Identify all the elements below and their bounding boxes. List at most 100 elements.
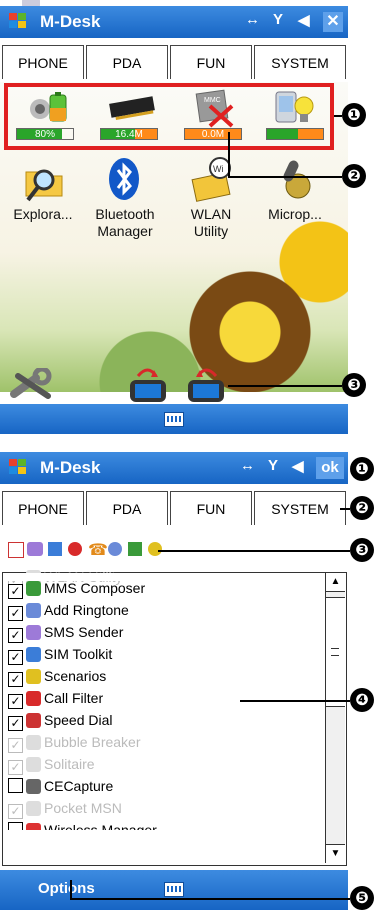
signal-icon[interactable]: Y (268, 457, 278, 474)
windows-start-icon[interactable] (6, 10, 32, 34)
memory-chip-icon[interactable] (106, 92, 158, 122)
list-item-checkbox[interactable]: ✓ (8, 738, 23, 753)
list-item-checkbox[interactable] (8, 778, 23, 793)
list-item-checkbox[interactable]: ✓ (8, 672, 23, 687)
storage-meter-label: 0.0M (201, 129, 225, 140)
connectivity-icon[interactable]: ↔ (245, 11, 260, 28)
list-item-checkbox[interactable]: ✓ (8, 584, 23, 599)
tab-pda[interactable]: PDA (86, 491, 168, 525)
list-item[interactable]: ✓ Add Ringtone (8, 599, 129, 621)
list-item-checkbox[interactable]: ✓ (8, 760, 23, 775)
tab-system[interactable]: SYSTEM (254, 491, 346, 525)
list-item[interactable]: ✓ SMS Sender (8, 621, 123, 643)
list-item[interactable]: ✓ MMS Composer (8, 577, 145, 599)
call-filter-icon[interactable] (68, 542, 82, 556)
list-item-checkbox[interactable]: ✓ (8, 716, 23, 731)
tab-system[interactable]: SYSTEM (254, 45, 346, 79)
phone-icon[interactable]: ☎ (88, 540, 108, 560)
list-item-checkbox[interactable]: ✓ (8, 694, 23, 709)
ok-button[interactable]: ok (316, 457, 344, 479)
callout-line-2a-v (228, 132, 230, 178)
storage-card-icon[interactable]: MMC (194, 88, 238, 128)
speed-dial-icon[interactable] (8, 542, 24, 558)
callout-line-4 (240, 700, 350, 702)
callout-line-3b (158, 550, 350, 552)
list-item-icon (26, 691, 41, 706)
list-item[interactable]: ✓ Bubble Breaker (8, 731, 141, 753)
app-label-bluetooth-line1: Bluetooth (95, 206, 155, 222)
list-item-checkbox[interactable]: ✓ (8, 628, 23, 643)
backlight-meter-fill (267, 129, 298, 139)
bottom-tab-bar: PHONE PDA FUN SYSTEM (0, 488, 348, 528)
list-item-checkbox[interactable]: ✓ (8, 606, 23, 621)
bottom-title-bar: M-Desk ↔ Y ◀ ok (0, 452, 348, 484)
rotate-left-icon[interactable] (126, 364, 170, 404)
list-item-icon (26, 647, 41, 662)
keyboard-icon[interactable] (164, 882, 184, 897)
list-item[interactable]: ✓ Call Filter (8, 687, 103, 709)
list-item[interactable]: ✓ Pocket MSN (8, 797, 122, 819)
battery-icon[interactable] (28, 89, 72, 125)
list-item-checkbox[interactable] (8, 822, 23, 830)
storage-meter: 0.0M (184, 128, 242, 140)
bluetooth-icon[interactable] (107, 156, 141, 202)
list-item[interactable]: ✓ SIM Toolkit (8, 643, 112, 665)
windows-start-icon[interactable] (6, 456, 32, 480)
app-label-wlan-line2: Utility (193, 223, 229, 239)
options-menu-button[interactable]: Options (38, 880, 95, 897)
rotate-right-icon[interactable] (184, 364, 228, 404)
list-item-icon (26, 669, 41, 684)
close-icon[interactable]: ✕ (323, 12, 343, 32)
tab-phone[interactable]: PHONE (2, 45, 84, 79)
tab-pda[interactable]: PDA (86, 45, 168, 79)
callout-line-5-v (70, 880, 72, 900)
list-item-icon (26, 779, 41, 794)
callout-5: ❺ (350, 886, 374, 910)
settings-wrench-icon[interactable] (8, 368, 60, 402)
add-ringtone-icon[interactable] (108, 542, 122, 556)
tab-fun[interactable]: FUN (170, 491, 252, 525)
list-item[interactable]: ✓ Speed Dial (8, 709, 113, 731)
list-item-icon (26, 801, 41, 816)
microphone-icon[interactable] (270, 156, 316, 202)
signal-icon[interactable]: Y (273, 11, 283, 28)
connectivity-icon[interactable]: ↔ (240, 457, 255, 474)
explorer-icon[interactable] (22, 160, 66, 204)
scroll-down-button[interactable]: ▼ (326, 844, 345, 863)
memory-meter: 16.4M (100, 128, 158, 140)
mms-composer-icon[interactable] (128, 542, 142, 556)
list-item-checkbox[interactable]: ✓ (8, 650, 23, 665)
tab-phone[interactable]: PHONE (2, 491, 84, 525)
tab-fun[interactable]: FUN (170, 45, 252, 79)
keyboard-icon[interactable] (164, 412, 184, 427)
list-item-icon (26, 735, 41, 750)
svg-text:MMC: MMC (204, 97, 221, 104)
app-label-microphone: Microp... (254, 206, 336, 223)
list-item[interactable]: ✓ Solitaire (8, 753, 95, 775)
list-item-icon (26, 823, 41, 830)
app-title: M-Desk (40, 12, 101, 31)
list-item-label: SIM Toolkit (44, 646, 113, 662)
sim-toolkit-icon[interactable] (48, 542, 62, 556)
list-item[interactable]: CECapture (8, 775, 113, 797)
list-item-checkbox[interactable]: ✓ (8, 804, 23, 819)
callout-3a: ❸ (342, 373, 366, 397)
callout-3b: ❸ (350, 538, 374, 562)
list-item[interactable]: Wireless Manager (8, 819, 157, 830)
scenarios-icon[interactable] (148, 542, 162, 556)
volume-icon[interactable]: ◀ (292, 457, 304, 475)
list-item[interactable]: ✓ Scenarios (8, 665, 106, 687)
list-item-label: Add Ringtone (44, 602, 129, 618)
scroll-up-button[interactable]: ▲ (326, 573, 345, 592)
list-item-label: SMS Sender (44, 624, 124, 640)
callout-2b: ❷ (350, 496, 374, 520)
callout-line-1a (334, 115, 342, 117)
volume-icon[interactable]: ◀ (298, 11, 310, 29)
sms-sender-icon[interactable] (27, 542, 43, 556)
scroll-thumb[interactable] (326, 597, 345, 707)
scrollbar[interactable]: ▲ ▼ (325, 573, 345, 863)
list-item-label: Bubble Breaker (44, 734, 141, 750)
backlight-icon[interactable] (270, 88, 318, 128)
app-label-explorer: Explora... (2, 206, 84, 223)
callout-line-3a (228, 385, 342, 387)
